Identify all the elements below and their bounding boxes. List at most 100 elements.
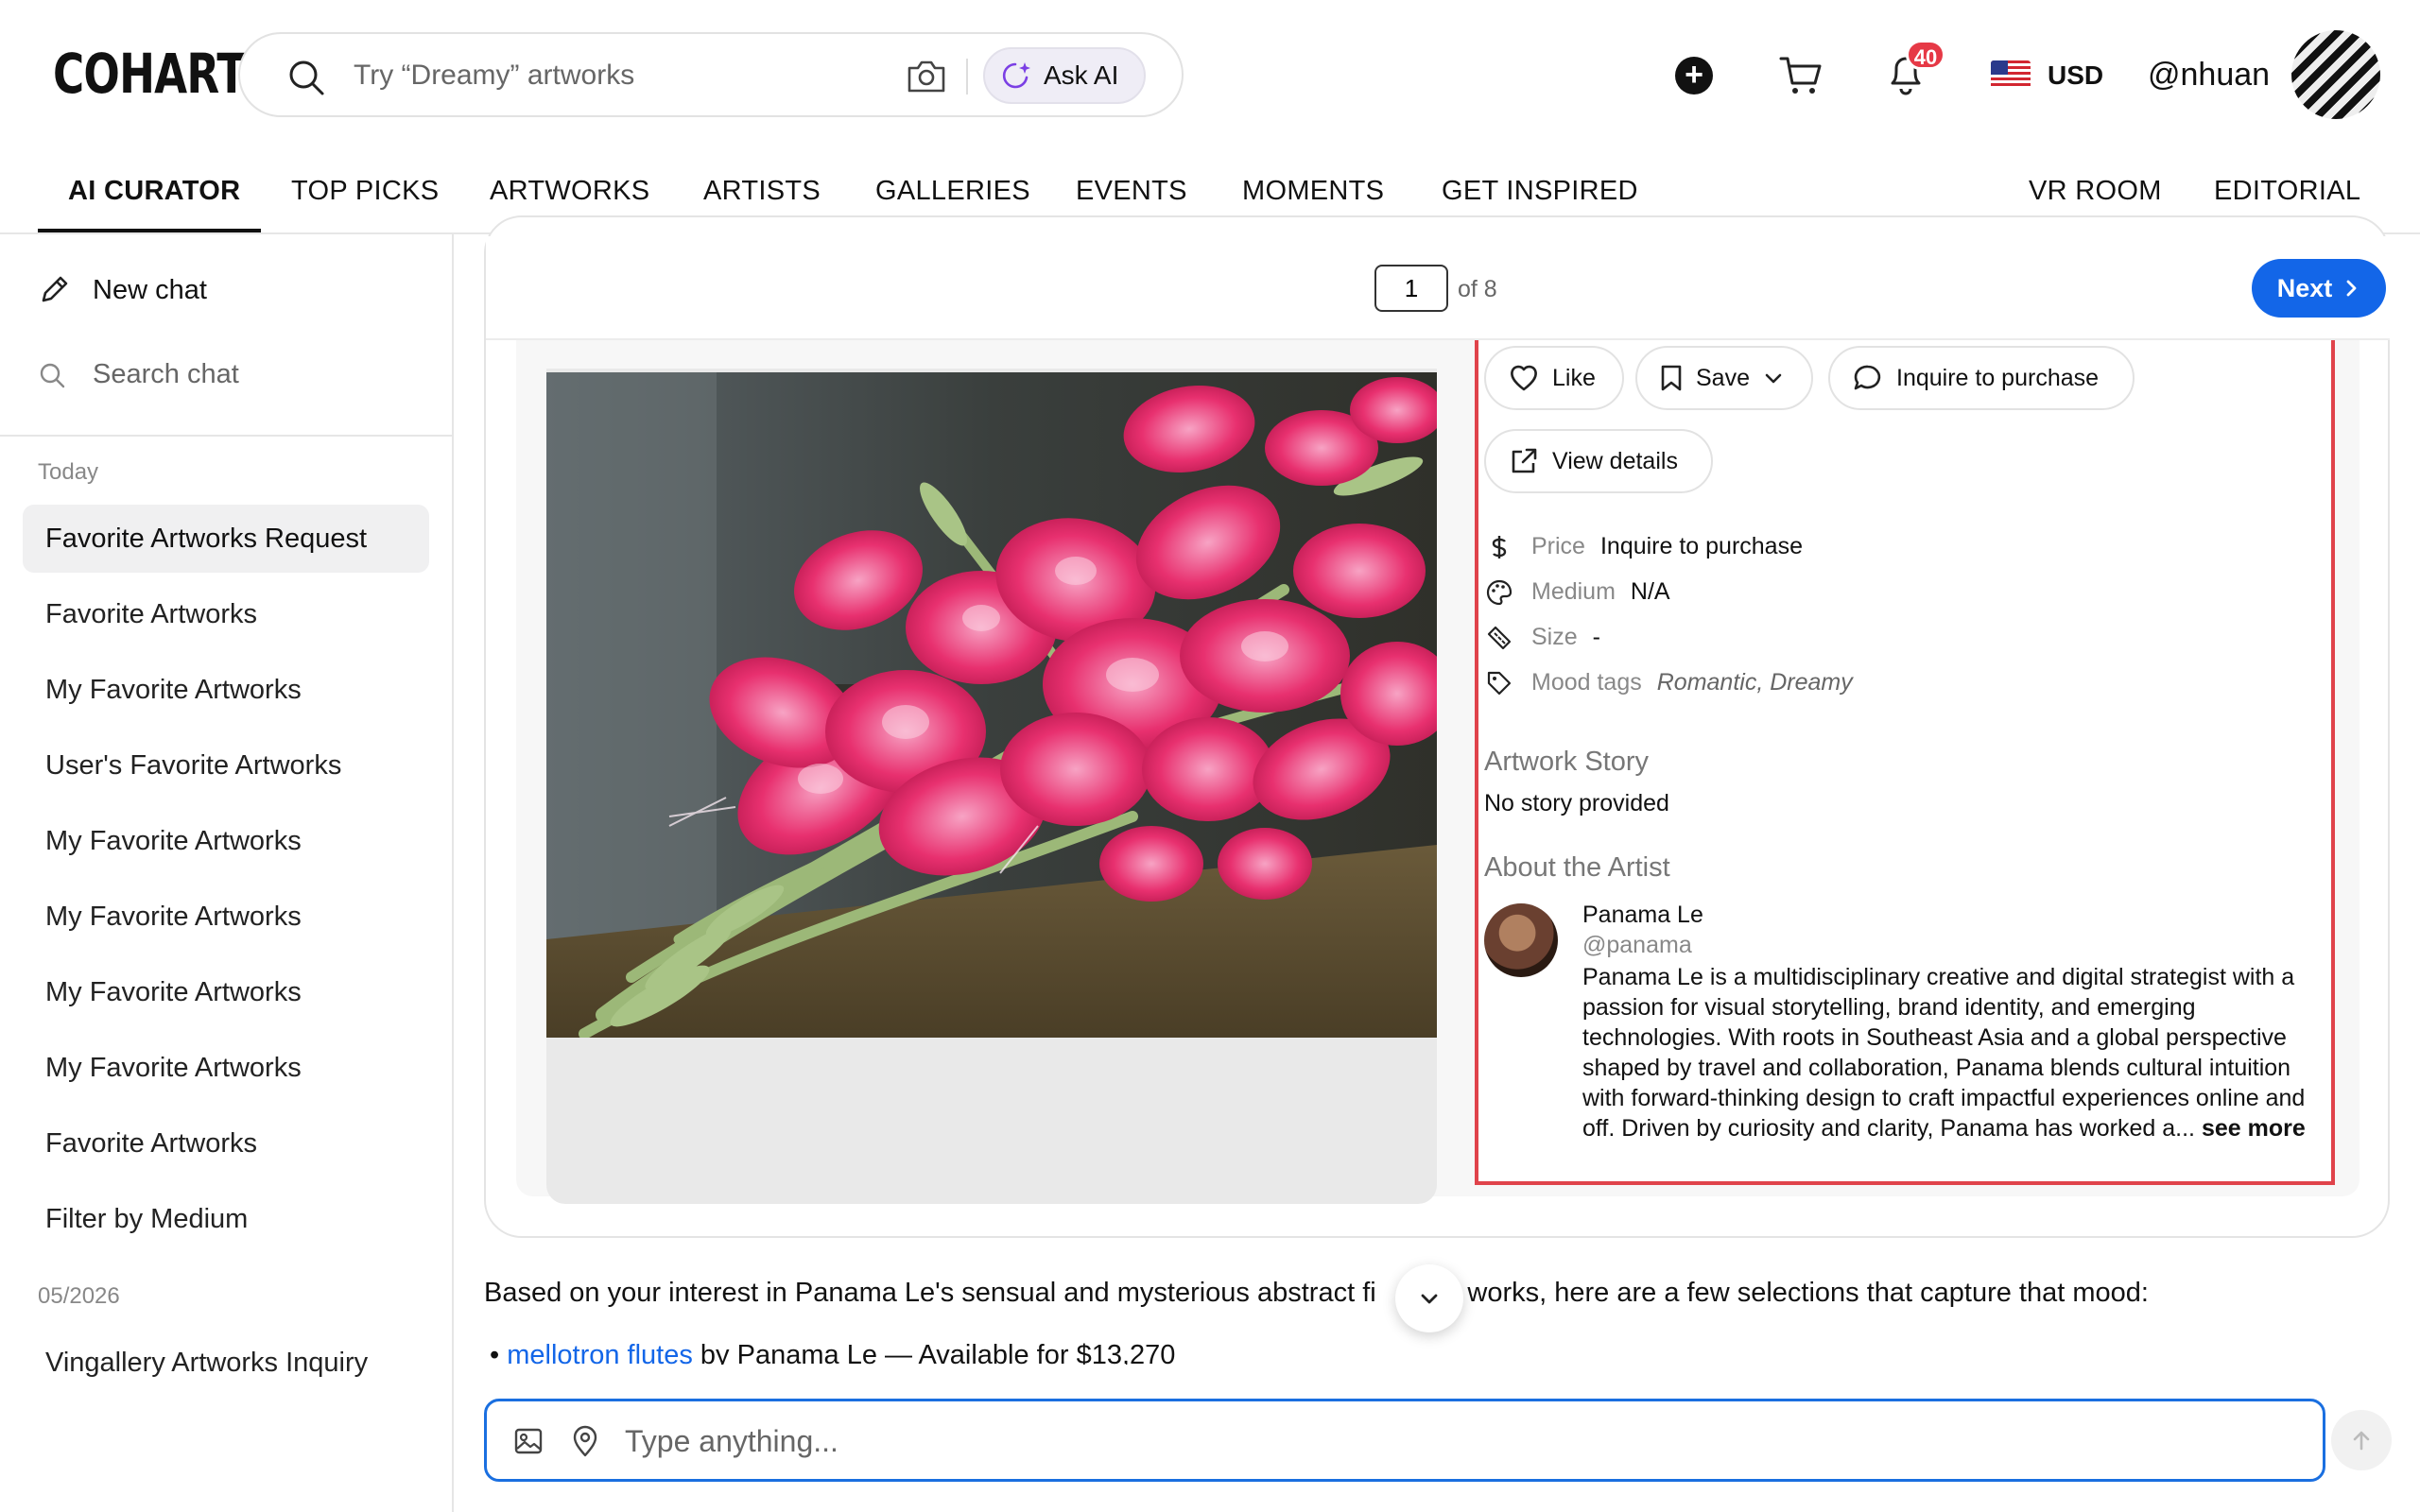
meta-key: Medium <box>1531 578 1616 605</box>
meta-size: Size - <box>1486 624 1600 651</box>
next-label: Next <box>2276 273 2333 302</box>
cart-icon[interactable] <box>1779 55 1823 96</box>
search-icon <box>40 363 65 387</box>
search-bar[interactable]: Ask AI <box>238 32 1184 117</box>
artwork-story-heading: Artwork Story <box>1484 747 1650 777</box>
chat-history-item[interactable]: Vingallery Artworks Inquiry <box>23 1329 429 1397</box>
nav-artworks[interactable]: ARTWORKS <box>490 176 649 207</box>
chat-history-item[interactable]: Filter by Medium <box>23 1185 429 1253</box>
chat-sidebar: New chat Search chat Today Favorite Artw… <box>0 234 454 1512</box>
meta-value: Inquire to purchase <box>1599 533 1803 559</box>
new-chat-label: New chat <box>93 274 207 305</box>
chat-history-item[interactable]: Favorite Artworks Request <box>23 505 429 573</box>
nav-active-indicator <box>38 229 261 232</box>
search-chat-button[interactable]: Search chat <box>38 359 239 390</box>
nav-top-picks[interactable]: TOP PICKS <box>291 176 439 207</box>
chat-history-item[interactable]: Favorite Artworks <box>23 1109 429 1177</box>
artwork-image[interactable] <box>546 372 1437 1038</box>
search-icon <box>289 60 324 95</box>
see-more-link[interactable]: see more <box>2202 1115 2306 1142</box>
currency-selector[interactable]: USD <box>2048 60 2103 91</box>
ruler-icon <box>1487 626 1512 649</box>
meta-value: N/A <box>1630 578 1670 605</box>
username[interactable]: @nhuan <box>2148 57 2270 94</box>
location-pin-icon[interactable] <box>570 1424 600 1458</box>
chat-history-item[interactable]: User's Favorite Artworks <box>23 731 429 799</box>
chat-composer[interactable] <box>484 1399 2325 1482</box>
artist-name[interactable]: Panama Le <box>1582 902 1703 929</box>
reply-text-part: ve works, here are a few selections that… <box>1430 1278 2149 1308</box>
recommendation-list-item: • mellotron flutes by Panama Le — Availa… <box>490 1340 1175 1365</box>
section-title-today: Today <box>38 459 99 485</box>
camera-icon[interactable] <box>906 57 947 94</box>
us-flag-icon[interactable] <box>1991 60 2031 89</box>
meta-price: Price Inquire to purchase <box>1486 533 1803 560</box>
scroll-down-button[interactable] <box>1395 1264 1463 1332</box>
nav-galleries[interactable]: GALLERIES <box>875 176 1030 207</box>
result-pager: of 8 Next <box>486 236 2390 340</box>
meta-value: - <box>1592 624 1600 650</box>
meta-value: Romantic, Dreamy <box>1656 669 1853 696</box>
like-button[interactable]: Like <box>1484 346 1624 410</box>
artwork-details-panel: Like Save Inquire to purchase View detai… <box>1475 340 2335 1185</box>
view-details-label: View details <box>1552 447 1678 474</box>
meta-medium: Medium N/A <box>1486 578 1670 606</box>
meta-mood-tags: Mood tags Romantic, Dreamy <box>1486 669 1853 696</box>
plus-circle-icon[interactable]: + <box>1675 57 1713 94</box>
ai-sparkle-icon <box>1002 62 1030 89</box>
nav-get-inspired[interactable]: GET INSPIRED <box>1442 176 1638 207</box>
ai-reply-text: Based on your interest in Panama Le's se… <box>484 1278 2149 1309</box>
message-input[interactable] <box>625 1418 2232 1464</box>
nav-vr-room[interactable]: VR ROOM <box>2029 176 2162 207</box>
next-page-button[interactable]: Next <box>2252 259 2386 318</box>
about-artist-heading: About the Artist <box>1484 852 1670 883</box>
artist-handle: @panama <box>1582 932 1692 958</box>
top-bar: COHART Ask AI + 40 USD @n <box>0 0 2420 151</box>
user-avatar[interactable] <box>2291 30 2380 119</box>
section-title-date: 05/2026 <box>38 1283 120 1309</box>
ask-ai-button[interactable]: Ask AI <box>983 47 1146 104</box>
meta-key: Price <box>1531 533 1585 559</box>
inquire-label: Inquire to purchase <box>1896 364 2100 391</box>
view-details-button[interactable]: View details <box>1484 429 1713 493</box>
chat-history-item[interactable]: My Favorite Artworks <box>23 958 429 1026</box>
nav-editorial[interactable]: EDITORIAL <box>2214 176 2360 207</box>
chat-history-item[interactable]: My Favorite Artworks <box>23 1034 429 1102</box>
chevron-down-icon <box>1421 1294 1438 1304</box>
artwork-link[interactable]: mellotron flutes <box>507 1340 693 1365</box>
reply-text-part: Based on your interest in Panama Le's se… <box>484 1278 1376 1308</box>
inquire-button[interactable]: Inquire to purchase <box>1828 346 2135 410</box>
nav-events[interactable]: EVENTS <box>1076 176 1187 207</box>
search-separator <box>966 59 968 94</box>
new-chat-button[interactable]: New chat <box>38 274 207 306</box>
artwork-story-text: No story provided <box>1484 790 1669 816</box>
nav-ai-curator[interactable]: AI CURATOR <box>68 176 240 207</box>
artist-bio: Panama Le is a multidisciplinary creativ… <box>1582 962 2320 1143</box>
artwork-link-detail: by Panama Le — Available for $13,270 <box>692 1340 1176 1365</box>
sidebar-divider <box>0 435 454 437</box>
arrow-up-icon <box>2353 1431 2370 1451</box>
chevron-down-icon <box>1765 373 1782 384</box>
nav-artists[interactable]: ARTISTS <box>703 176 821 207</box>
chat-history-item[interactable]: Favorite Artworks <box>23 580 429 648</box>
pencil-icon <box>42 276 68 302</box>
dollar-icon <box>1492 535 1507 558</box>
artist-avatar[interactable] <box>1484 903 1558 977</box>
chat-history-item[interactable]: My Favorite Artworks <box>23 656 429 724</box>
page-number-input[interactable] <box>1374 265 1448 312</box>
page-total: of 8 <box>1458 276 1497 302</box>
chat-history-item[interactable]: My Favorite Artworks <box>23 883 429 951</box>
chat-history-item[interactable]: My Favorite Artworks <box>23 807 429 875</box>
cohart-logo[interactable]: COHART <box>53 42 246 106</box>
chevron-right-icon <box>2346 280 2357 297</box>
meta-key: Mood tags <box>1531 669 1642 696</box>
nav-moments[interactable]: MOMENTS <box>1242 176 1384 207</box>
save-button[interactable]: Save <box>1635 346 1813 410</box>
like-label: Like <box>1552 364 1596 391</box>
artist-bio-text: Panama Le is a multidisciplinary creativ… <box>1582 964 2306 1142</box>
image-upload-icon[interactable] <box>513 1426 544 1456</box>
ask-ai-label: Ask AI <box>1044 60 1119 90</box>
notification-badge: 40 <box>1906 40 1945 70</box>
save-label: Save <box>1696 364 1750 391</box>
send-button[interactable] <box>2331 1410 2392 1470</box>
